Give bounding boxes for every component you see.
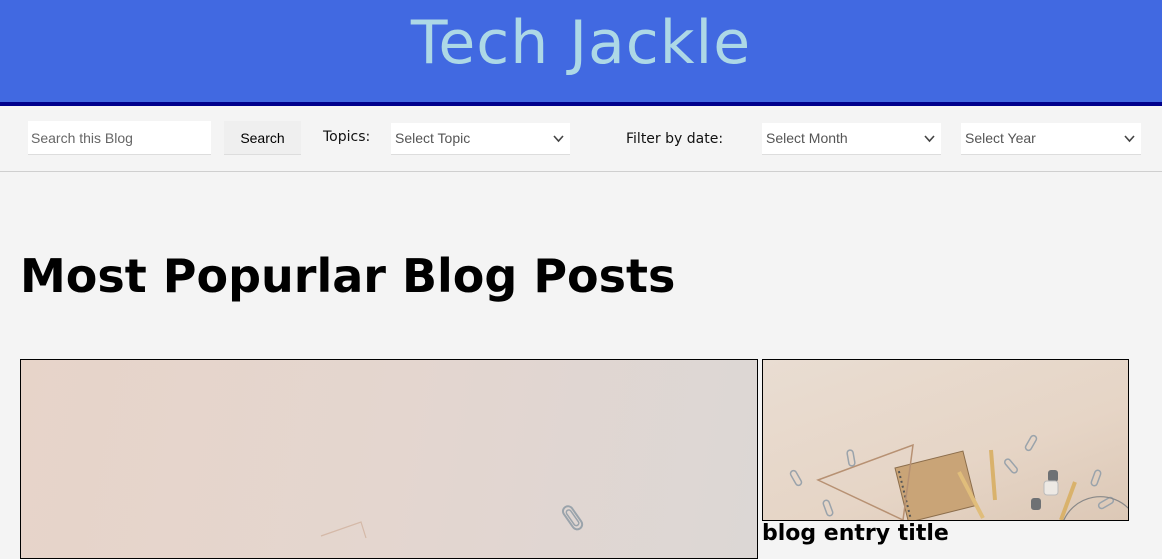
section-title: Most Popurlar Blog Posts	[20, 249, 676, 303]
search-button[interactable]: Search	[224, 121, 301, 155]
month-select-value: Select Month	[766, 130, 848, 146]
topic-select-value: Select Topic	[395, 130, 471, 146]
filter-toolbar: Search Topics: Select Topic Filter by da…	[0, 106, 1162, 172]
year-select-value: Select Year	[965, 130, 1036, 146]
post-thumbnail-image[interactable]	[762, 359, 1129, 521]
chevron-down-icon	[1124, 123, 1135, 167]
topics-label: Topics:	[323, 129, 371, 145]
chevron-down-icon	[924, 123, 935, 167]
year-select[interactable]: Select Year	[961, 123, 1141, 155]
chevron-down-icon	[553, 123, 564, 167]
month-select[interactable]: Select Month	[762, 123, 941, 155]
site-header: Tech Jackle	[0, 0, 1162, 106]
search-input[interactable]	[28, 121, 211, 155]
topic-select[interactable]: Select Topic	[391, 123, 570, 155]
filter-by-date-label: Filter by date:	[626, 131, 724, 147]
post-title[interactable]: blog entry title	[762, 519, 949, 549]
site-title: Tech Jackle	[410, 8, 752, 78]
featured-post-image[interactable]	[20, 359, 758, 559]
